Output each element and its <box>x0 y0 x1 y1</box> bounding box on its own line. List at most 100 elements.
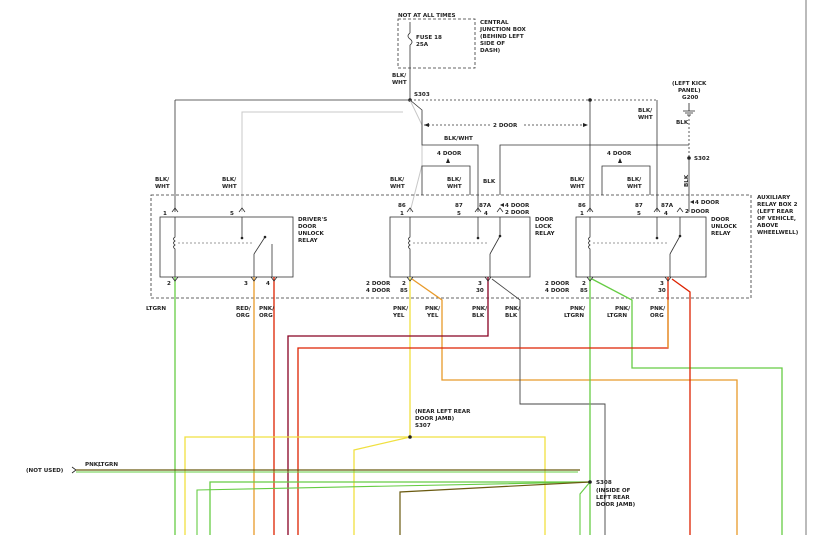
kick-panel-label-2: PANEL) <box>678 88 701 94</box>
unlock-relay-switch-icon <box>669 235 681 255</box>
fuse-rating: 25A <box>416 42 429 48</box>
unlock-relay-label-1: DOOR <box>711 217 730 223</box>
l86-wire-label-2: WHT <box>390 184 405 190</box>
blk-wht-label-upper-1: BLK/ <box>638 108 653 114</box>
pnk-ltgrn-label-2: LTGRN <box>98 462 118 468</box>
s307-label: S307 <box>415 423 431 429</box>
l-pin-87a: 87A <box>479 203 492 209</box>
lock-relay-label-2: LOCK <box>535 224 552 230</box>
unlock-relay-label-2: UNLOCK <box>711 224 737 230</box>
d3-wire-label-1: RED/ <box>236 306 252 312</box>
l86-wire-label-1: BLK/ <box>390 177 405 183</box>
splice-s307 <box>408 435 412 439</box>
unlock-relay-label-3: RELAY <box>711 231 731 237</box>
d-pin-5: 5 <box>230 211 234 217</box>
wire-red-unlock <box>671 278 691 535</box>
l-pin-2: 2 <box>402 281 406 287</box>
u-pin-4: 4 <box>664 211 668 217</box>
not-at-all-times-label: NOT AT ALL TIMES <box>398 13 456 19</box>
arrow-down-lock-icon <box>446 158 450 163</box>
blk-wht-label-upper-2: WHT <box>638 115 653 121</box>
d5-wire-label-2: WHT <box>222 184 237 190</box>
u85b-wire-label-2: LTGRN <box>607 313 627 319</box>
l-pin-1: 1 <box>400 211 404 217</box>
l-pin-85: 85 <box>400 288 408 294</box>
u-pin-3: 3 <box>660 281 664 287</box>
l-bottom-4door: 4 DOOR <box>366 288 391 294</box>
four-door-jumper-lock <box>421 165 471 195</box>
l-pin-86: 86 <box>398 203 406 209</box>
pin-arrow-u87a-icon <box>676 207 684 213</box>
cjb-label-2: JUNCTION BOX <box>479 27 527 33</box>
arrow-down-unlock-icon <box>618 158 622 163</box>
lock-relay-label-3: RELAY <box>535 231 555 237</box>
l87-wire-label-2: WHT <box>447 184 462 190</box>
cjb-label-1: CENTRAL <box>480 20 509 26</box>
drivers-door-unlock-relay <box>159 216 294 278</box>
l30b-wire-label-1: PNK/ <box>505 306 521 312</box>
driver-relay-switch-icon <box>253 236 266 255</box>
d3-wire-label-2: ORG <box>236 313 250 319</box>
splice-s308 <box>588 480 592 484</box>
u-pin-85: 85 <box>580 288 588 294</box>
fuse-18-icon <box>407 32 413 46</box>
door-lock-relay <box>389 216 531 278</box>
l30-wire-label-2: BLK <box>472 313 485 319</box>
two-door-label: 2 DOOR <box>493 123 518 129</box>
not-used-arrow-icon <box>71 466 77 474</box>
central-junction-box <box>397 18 476 69</box>
s308-inside-3: DOOR JAMB) <box>596 502 636 508</box>
u-4door-label: 4 DOOR <box>695 200 720 206</box>
s308-inside-1: (INSIDE OF <box>596 488 631 494</box>
kick-panel-label-1: (LEFT KICK <box>672 81 707 87</box>
pin-arrow-l87a-icon <box>496 207 504 213</box>
l-4door-arrow-icon <box>500 203 504 207</box>
ground-wire-label: BLK <box>676 120 689 126</box>
u87-wire-label-2: WHT <box>627 184 642 190</box>
l30b-wire-label-2: BLK <box>505 313 518 319</box>
driver-relay-pivot-dot <box>263 235 267 239</box>
ground-branch-lock <box>499 144 689 195</box>
u87-wire-label-1: BLK/ <box>627 177 642 183</box>
d5-wire-label-1: BLK/ <box>222 177 237 183</box>
wiring-diagram: NOT AT ALL TIMES FUSE 18 25A CENTRAL JUN… <box>26 0 807 535</box>
l87-wire-label-1: BLK/ <box>447 177 462 183</box>
l-pin-87: 87 <box>455 203 463 209</box>
u-pin-86: 86 <box>578 203 586 209</box>
feed-wire-label-1: BLK/ <box>392 73 407 79</box>
cjb-label-5: DASH) <box>480 48 501 54</box>
u85-wire-label-1: PNK/ <box>570 306 586 312</box>
four-door-jumper-unlock <box>601 165 651 195</box>
u87a-wire-label: BLK <box>684 174 690 187</box>
feed-wire-label-2: WHT <box>392 80 407 86</box>
l-pin-4: 4 <box>484 211 488 217</box>
l85b-wire-label-1: PNK/ <box>425 306 441 312</box>
u85b-wire-label-1: PNK/ <box>615 306 631 312</box>
l-pin-30: 30 <box>476 288 484 294</box>
cjb-label-4: SIDE OF <box>480 41 505 47</box>
wire-pnk-blk-lock <box>287 277 489 535</box>
wire-s308-branch-2 <box>196 481 591 535</box>
not-used-label: (NOT USED) <box>26 468 64 474</box>
wire-s308-branch-4 <box>579 481 591 535</box>
u-pin-1: 1 <box>580 211 584 217</box>
d1-wire-label-2: WHT <box>155 184 170 190</box>
u-pin-2: 2 <box>582 281 586 287</box>
aux-box-label-5: ABOVE <box>757 223 779 229</box>
lock-relay-label-1: DOOR <box>535 217 554 223</box>
aux-box-label-6: WHEELWELL) <box>757 230 799 236</box>
d4-wire-label-2: ORG <box>259 313 273 319</box>
u-2door-label: 2 DOOR <box>685 209 710 215</box>
lock-relay-coil-icon <box>408 217 411 277</box>
unlock-relay-pivot-dot <box>678 234 682 238</box>
u-bottom-2door: 2 DOOR <box>545 281 570 287</box>
l85b-wire-label-2: YEL <box>426 313 439 319</box>
door-unlock-relay <box>575 216 707 278</box>
d4-wire-label-1: PNK/ <box>259 306 275 312</box>
g200-label: G200 <box>682 95 698 101</box>
l85-wire-label-2: YEL <box>392 313 405 319</box>
driver-relay-coil-icon <box>173 217 176 277</box>
s302-label: S302 <box>694 156 710 162</box>
u30-wire-label-2: ORG <box>650 313 664 319</box>
four-door-label-lock: 4 DOOR <box>437 151 462 157</box>
